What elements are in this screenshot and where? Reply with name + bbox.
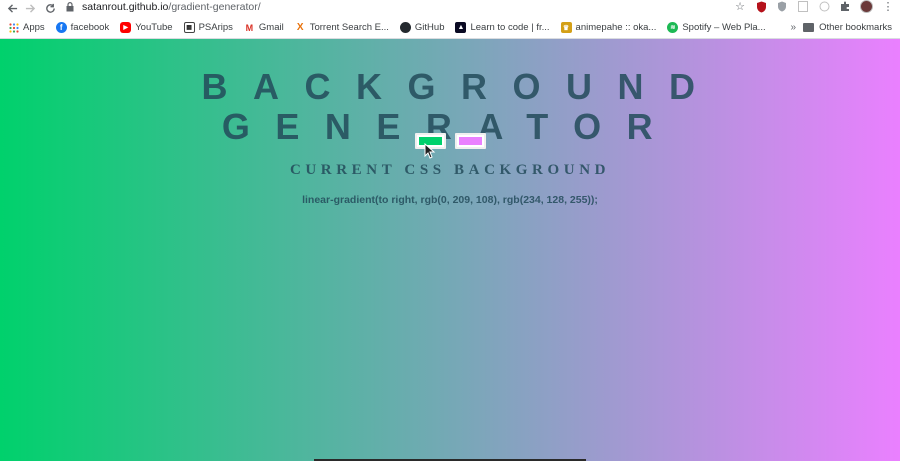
spotify-icon: ≋ xyxy=(667,22,679,33)
other-bookmarks-folder[interactable]: Other bookmarks xyxy=(803,22,892,33)
freecodecamp-icon: ▲ xyxy=(455,22,467,33)
extension-page-icon[interactable] xyxy=(797,1,809,13)
bookmarks-overflow-button[interactable]: » xyxy=(790,22,796,33)
bookmark-label: Learn to code | fr... xyxy=(470,22,550,33)
psarips-icon: ▦ xyxy=(183,22,195,33)
bookmark-label: Apps xyxy=(23,22,45,33)
bookmark-label: GitHub xyxy=(414,22,445,33)
bookmark-animepahe[interactable]: ♛ animepahe :: oka... xyxy=(560,22,657,33)
bookmark-youtube[interactable]: ▶ YouTube xyxy=(120,22,173,33)
address-bar[interactable]: satanrout.github.io/gradient-generator/ xyxy=(66,0,261,13)
color2-swatch xyxy=(458,137,482,145)
kebab-menu-icon[interactable]: ⋮ xyxy=(882,1,894,13)
bookmark-apps[interactable]: Apps xyxy=(8,22,45,33)
color-pickers xyxy=(0,133,900,149)
facebook-icon: f xyxy=(55,22,67,33)
bookmark-torrent-search[interactable]: X Torrent Search E... xyxy=(294,22,389,33)
toolbar-actions: ☆ ⋮ xyxy=(734,0,894,13)
bookmark-spotify[interactable]: ≋ Spotify – Web Pla... xyxy=(667,22,766,33)
bookmark-freecodecamp[interactable]: ▲ Learn to code | fr... xyxy=(455,22,550,33)
bookmark-label: Torrent Search E... xyxy=(309,22,389,33)
youtube-icon: ▶ xyxy=(120,22,132,33)
animepahe-icon: ♛ xyxy=(560,22,572,33)
bookmark-github[interactable]: GitHub xyxy=(399,22,445,33)
lock-icon xyxy=(66,1,76,12)
star-bookmark-icon[interactable]: ☆ xyxy=(734,1,746,13)
bookmark-facebook[interactable]: f facebook xyxy=(55,22,110,33)
browser-toolbar: satanrout.github.io/gradient-generator/ … xyxy=(0,0,900,17)
bookmark-label: Gmail xyxy=(258,22,284,33)
color2-picker[interactable] xyxy=(454,133,486,149)
gmail-icon: M xyxy=(243,22,255,33)
bookmark-label: facebook xyxy=(70,22,110,33)
github-icon xyxy=(399,22,411,33)
profile-avatar[interactable] xyxy=(860,0,873,13)
bookmark-label: animepahe :: oka... xyxy=(575,22,657,33)
extension-shield-icon[interactable] xyxy=(776,1,788,13)
bookmark-psarips[interactable]: ▦ PSArips xyxy=(183,22,233,33)
url-path: /gradient-generator/ xyxy=(168,0,261,13)
url-host: satanrout.github.io xyxy=(82,0,169,13)
subtitle: CURRENT CSS BACKGROUND xyxy=(289,162,611,178)
forward-arrow-icon[interactable] xyxy=(22,1,38,17)
torrent-x-icon: X xyxy=(294,22,306,33)
folder-icon xyxy=(803,23,815,32)
bookmark-label: Spotify – Web Pla... xyxy=(682,22,766,33)
extension-clock-icon[interactable] xyxy=(818,1,830,13)
mouse-cursor-icon xyxy=(424,143,436,159)
bookmark-label: PSArips xyxy=(198,22,233,33)
page-viewport: BACKGROUND GENERATOR CURRENT CSS BACKGRO… xyxy=(0,39,900,461)
bookmark-label: YouTube xyxy=(135,22,173,33)
css-output-text: linear-gradient(to right, rgb(0, 209, 10… xyxy=(302,194,598,206)
reload-icon[interactable] xyxy=(42,1,58,17)
ublock-shield-icon[interactable] xyxy=(755,1,767,13)
other-bookmarks-label: Other bookmarks xyxy=(819,22,892,33)
bookmark-gmail[interactable]: M Gmail xyxy=(243,22,284,33)
apps-grid-icon xyxy=(8,22,19,33)
back-arrow-icon[interactable] xyxy=(4,1,20,17)
bookmarks-bar: Apps f facebook ▶ YouTube ▦ PSArips M Gm… xyxy=(0,17,900,39)
extensions-puzzle-icon[interactable] xyxy=(839,1,851,13)
